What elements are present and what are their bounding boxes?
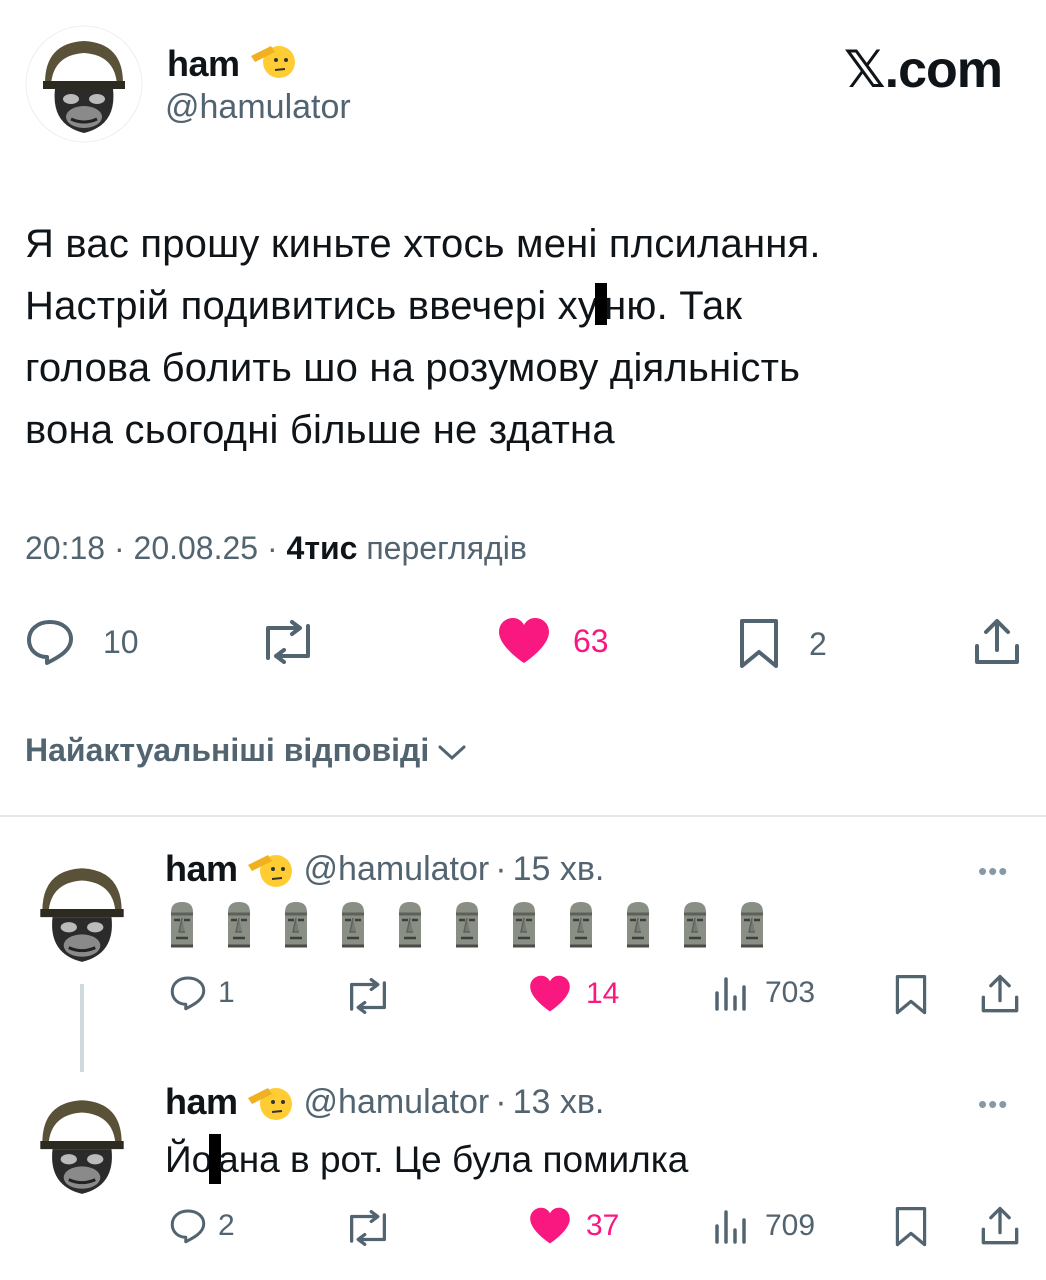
like-button[interactable]: 63 [497,617,609,665]
saluting-face-emoji-icon [246,1082,296,1122]
like-button[interactable]: 14 [528,975,619,1013]
author-handle[interactable]: @hamulator [165,88,351,127]
reply-text: Йо ана в рот. Це була помилка [165,1134,688,1184]
tweet-text: Я вас прошу киньте хтось мені плсилання.… [25,213,1025,461]
moai-emoji-icon [342,902,364,948]
avatar[interactable] [25,25,143,143]
bookmark-icon [895,975,927,1015]
tweet-time[interactable]: 20:18 [25,530,105,566]
tweet-text-line: Я вас прошу киньте хтось мені плсилання. [25,222,821,266]
replies-sort-dropdown[interactable]: Найактуальніші відповіді [25,732,469,769]
tweet-text-line: Настрій подивитись ввечері ху ню. Так [25,283,743,328]
moai-emoji-icon [228,902,250,948]
reply-count: 10 [103,623,139,660]
moai-emoji-icon [456,902,478,948]
reply-count: 1 [218,976,235,1009]
reply-button[interactable]: 2 [168,1208,235,1244]
more-options-icon[interactable]: ••• [978,1089,1008,1120]
saluting-face-emoji-icon [249,40,299,80]
share-icon [981,1206,1019,1245]
reply-icon [170,976,206,1011]
repost-icon [350,1210,386,1246]
tweet-date[interactable]: 20.08.25 [134,530,259,566]
thread-connector-line [80,984,84,1072]
reply-header: ham @hamulator · 13 хв. [165,1081,605,1123]
share-button[interactable] [973,618,1021,666]
reply-header: ham @hamulator · 15 хв. [165,848,605,890]
share-button[interactable] [980,1206,1020,1246]
heart-filled-icon [499,618,549,663]
x-com-watermark: 𝕏.com [843,41,1003,99]
bookmark-count: 2 [809,625,827,662]
views-count: 703 [765,976,816,1009]
repost-button[interactable] [343,1210,393,1246]
moai-emoji-icon [285,902,307,948]
more-options-icon[interactable]: ••• [978,856,1008,887]
tweet-text-line: вона сьогодні більше не здатна [25,408,615,452]
chevron-down-icon [438,745,466,760]
like-count: 63 [573,622,609,659]
views-count: 709 [765,1209,816,1242]
reply-button[interactable]: 1 [168,975,235,1011]
views-count: 4тис [286,530,358,566]
views-button[interactable]: 709 [713,1208,815,1244]
repost-icon [350,978,386,1014]
tweet-meta: 20:18 · 20.08.25 · 4тис переглядів [25,530,527,566]
like-count: 14 [586,977,620,1010]
moai-emoji-icon [171,902,193,948]
heart-filled-icon [530,1207,570,1244]
tweet-text-line: голова болить шо на розумову діяльність [25,346,801,390]
author-handle[interactable]: @hamulator [304,1083,490,1122]
repost-icon [266,620,310,664]
bookmark-icon [895,1207,927,1247]
author-name[interactable]: ham [165,848,238,890]
reply-time[interactable]: 15 хв. [513,850,605,889]
heart-filled-icon [530,975,570,1012]
share-icon [981,974,1019,1013]
views-label: переглядів [366,530,527,566]
author-name[interactable]: ham [165,1081,238,1123]
author-handle[interactable]: @hamulator [304,850,490,889]
moai-emoji-icon [570,902,592,948]
bookmark-button[interactable]: 2 [739,618,827,670]
bookmark-icon [740,619,778,668]
moai-emoji-icon [684,902,706,948]
analytics-bars-icon [715,1210,746,1244]
saluting-face-emoji-icon [246,849,296,889]
avatar[interactable] [22,852,142,972]
views-button[interactable]: 703 [713,975,815,1011]
moai-emoji-icon [627,902,649,948]
gorilla-helmet-avatar-image [23,853,141,971]
reply-emoji-row [165,900,792,948]
moai-emoji-icon [741,902,763,948]
gorilla-helmet-avatar-image [25,25,143,143]
author-name[interactable]: ham [167,40,299,85]
analytics-bars-icon [715,977,746,1011]
avatar[interactable] [22,1084,142,1204]
replies-sort-label: Найактуальніші відповіді [25,732,430,768]
bookmark-button[interactable] [895,974,927,1016]
reply-button[interactable]: 10 [25,618,139,666]
like-button[interactable]: 37 [528,1207,619,1245]
moai-emoji-icon [513,902,535,948]
moai-emoji-icon [399,902,421,948]
share-button[interactable] [980,974,1020,1014]
bookmark-button[interactable] [895,1206,927,1248]
reply-icon [27,620,73,665]
repost-button[interactable] [258,620,318,664]
reply-time[interactable]: 13 хв. [513,1083,605,1122]
repost-button[interactable] [343,978,393,1014]
like-count: 37 [586,1209,620,1242]
reply-icon [170,1209,206,1244]
share-icon [975,619,1019,664]
reply-count: 2 [218,1209,235,1242]
gorilla-helmet-avatar-image [23,1085,141,1203]
divider [0,815,1046,817]
